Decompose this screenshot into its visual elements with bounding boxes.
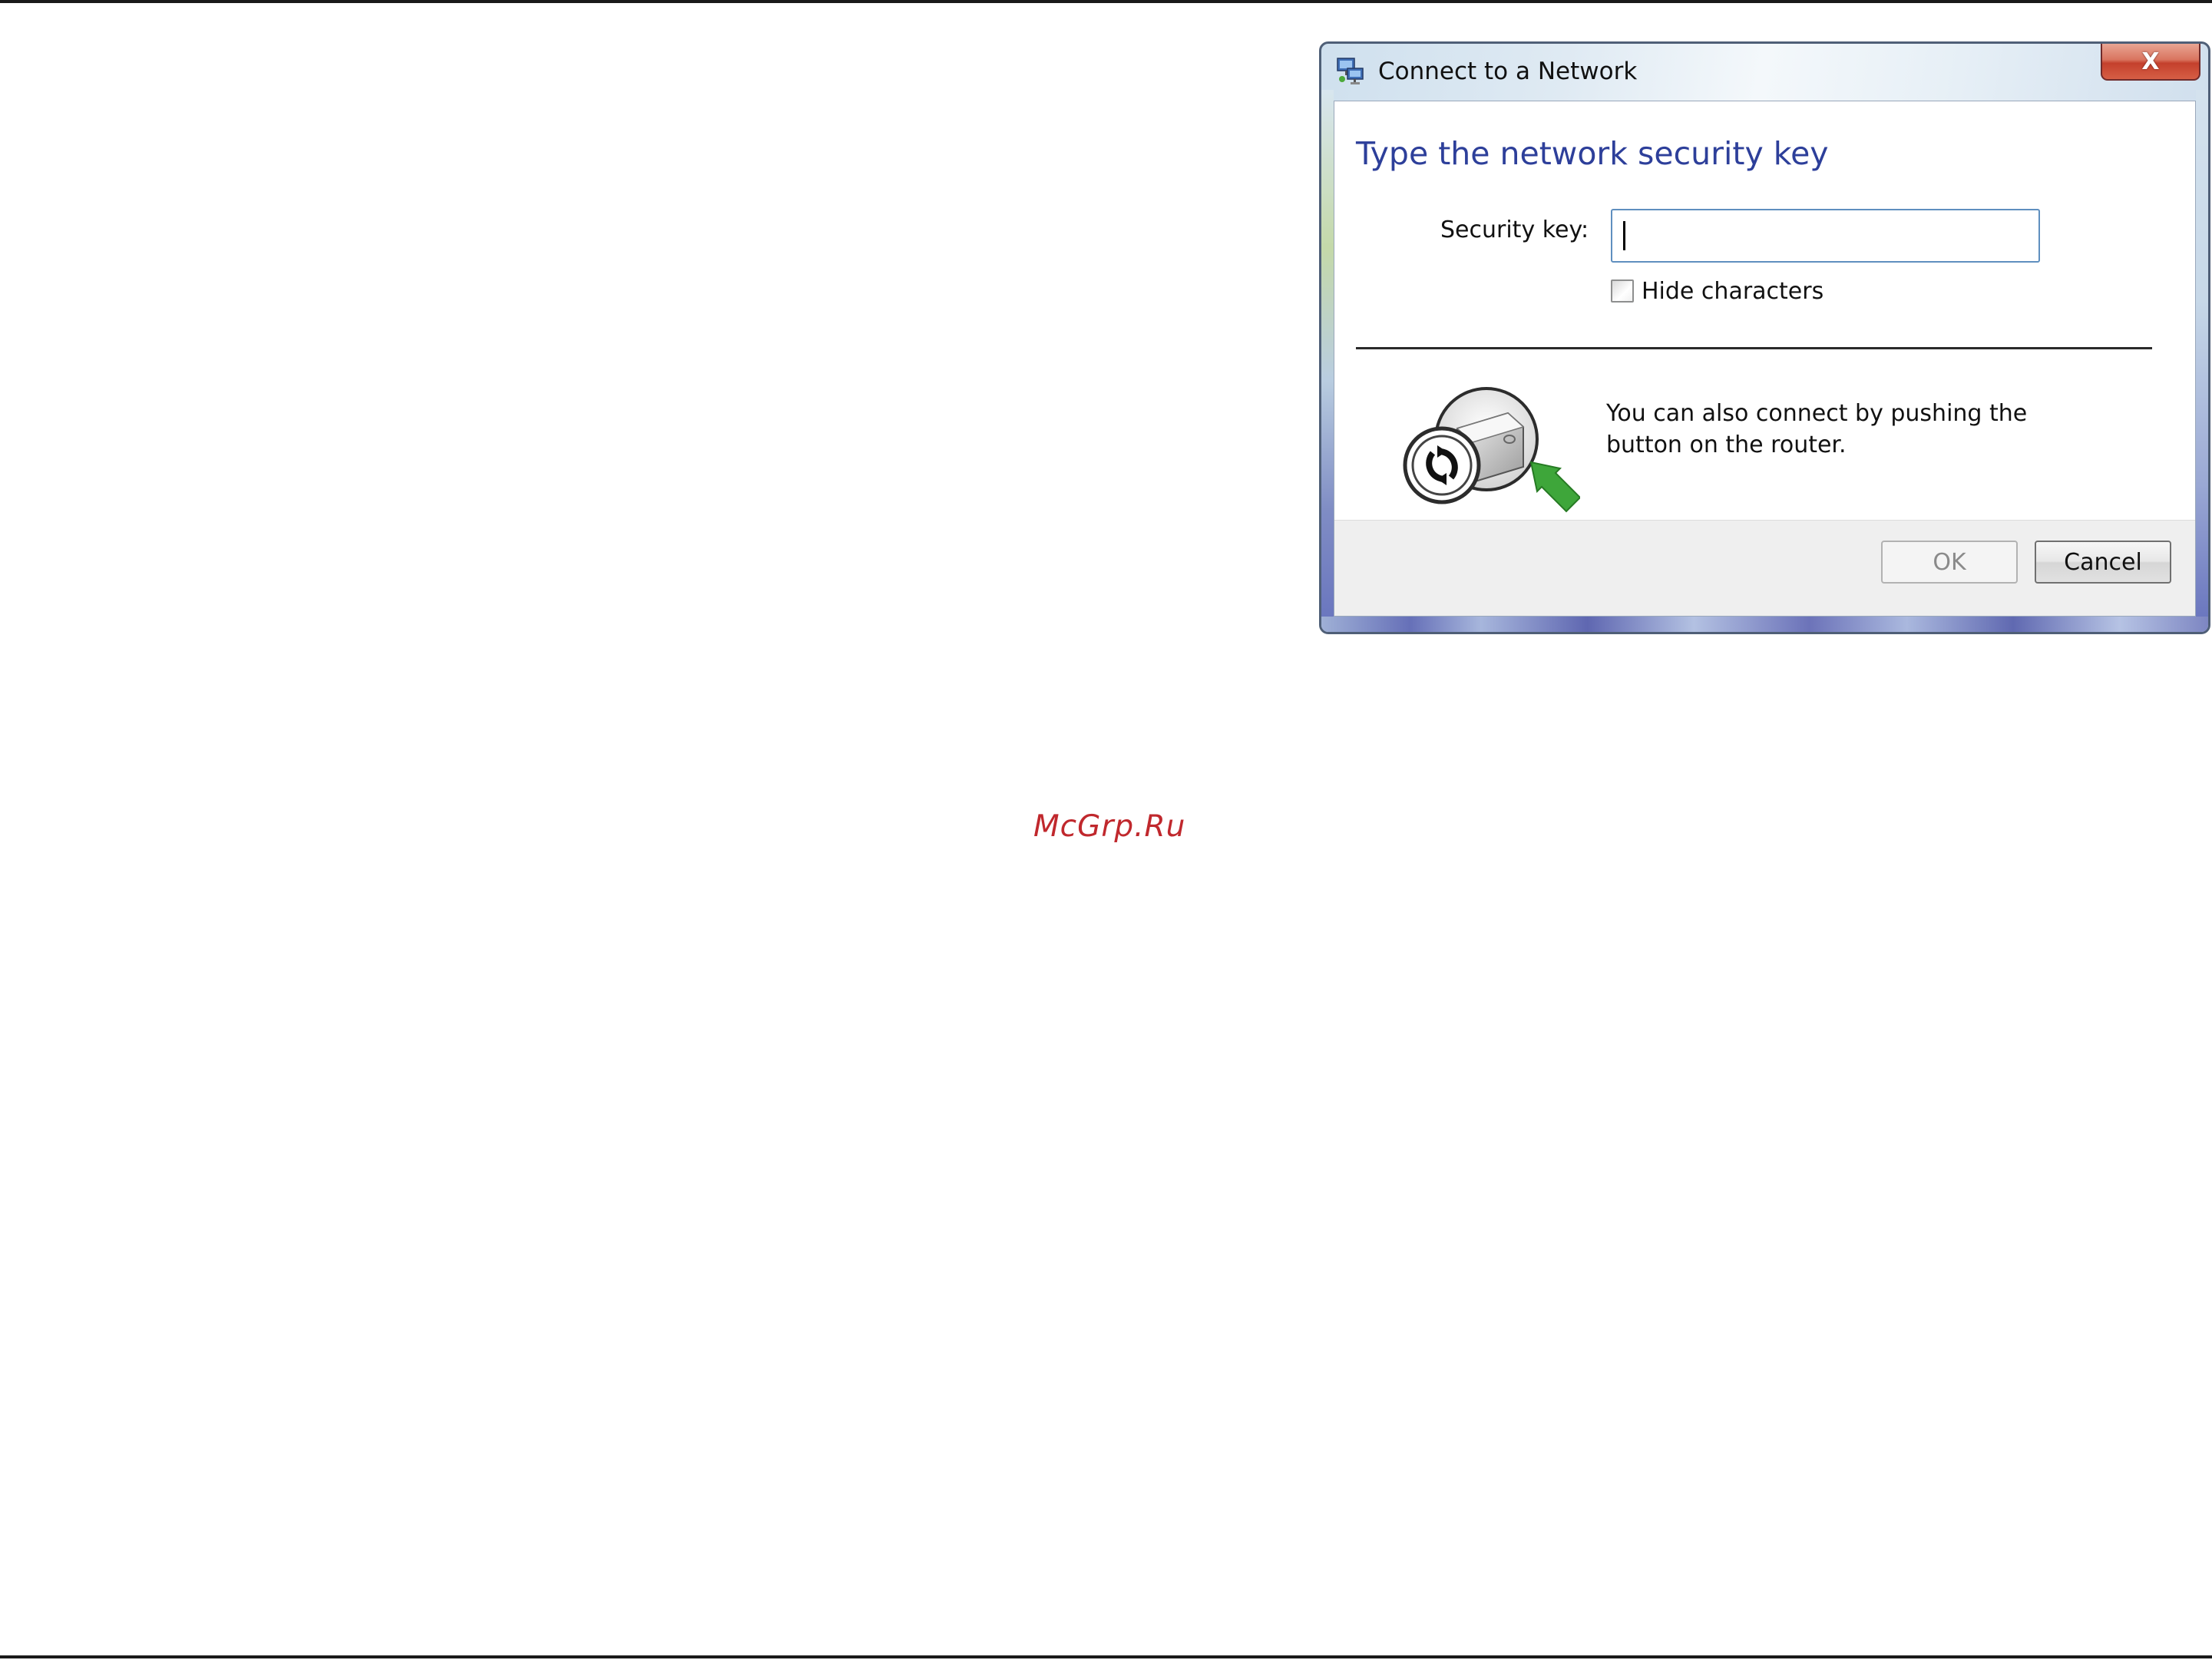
page-bottom-rule: [0, 1655, 2212, 1658]
security-key-input[interactable]: [1611, 209, 2040, 263]
close-button[interactable]: X: [2101, 44, 2200, 81]
connect-dialog: Connect to a Network X Type the network …: [1319, 41, 2210, 634]
wps-instruction-text: You can also connect by pushing the butt…: [1606, 400, 2028, 458]
text-caret: [1623, 221, 1625, 250]
hide-characters-checkbox[interactable]: [1611, 279, 1634, 303]
cancel-button[interactable]: Cancel: [2035, 541, 2171, 584]
dialog-heading: Type the network security key: [1356, 135, 1829, 172]
page-top-rule: [0, 0, 2212, 3]
wps-router-push-icon: [1402, 382, 1582, 518]
dialog-content: Type the network security key Security k…: [1334, 101, 2196, 617]
network-icon: [1335, 56, 1366, 87]
dialog-footer: OK Cancel: [1334, 520, 2195, 616]
window-right-edge: [2196, 90, 2208, 617]
divider: [1356, 347, 2152, 349]
watermark-text: McGrp.Ru: [1033, 809, 1186, 844]
security-key-label: Security key:: [1440, 217, 1589, 243]
hide-characters-label[interactable]: Hide characters: [1642, 278, 1823, 305]
window-title: Connect to a Network: [1378, 58, 1638, 85]
close-icon: X: [2141, 48, 2160, 75]
ok-button[interactable]: OK: [1881, 541, 2018, 584]
